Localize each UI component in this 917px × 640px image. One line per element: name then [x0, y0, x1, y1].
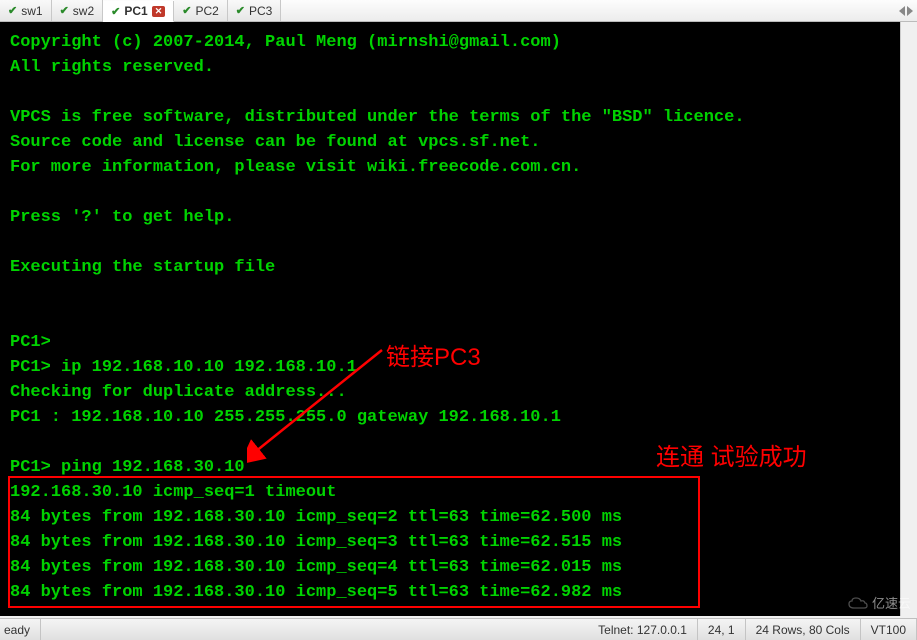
check-icon: ✔: [60, 4, 69, 17]
status-cursor-pos: 24, 1: [698, 619, 746, 640]
tab-sw1[interactable]: ✔ sw1: [0, 0, 52, 21]
status-connection: Telnet: 127.0.0.1: [588, 619, 698, 640]
check-icon: ✔: [236, 4, 245, 17]
prev-tab-icon[interactable]: [899, 6, 905, 16]
tab-sw2[interactable]: ✔ sw2: [52, 0, 104, 21]
tab-nav: [899, 0, 917, 21]
tab-label: sw2: [73, 4, 94, 18]
check-icon: ✔: [8, 4, 17, 17]
tab-label: PC2: [195, 4, 218, 18]
status-size: 24 Rows, 80 Cols: [746, 619, 861, 640]
terminal-output[interactable]: Copyright (c) 2007-2014, Paul Meng (mirn…: [0, 22, 917, 616]
tab-bar: ✔ sw1 ✔ sw2 ✔ PC1 ✕ ✔ PC2 ✔ PC3: [0, 0, 917, 22]
annotation-text-1: 链接PC3: [386, 337, 481, 372]
tab-label: PC3: [249, 4, 272, 18]
annotation-text-2: 连通 试验成功: [656, 437, 807, 472]
check-icon: ✔: [182, 4, 191, 17]
tab-label: PC1: [124, 4, 147, 18]
check-icon: ✔: [111, 5, 120, 18]
watermark-text: 亿速云: [872, 593, 911, 612]
status-term-type: VT100: [861, 619, 917, 640]
vertical-scrollbar[interactable]: [900, 22, 917, 616]
watermark: 亿速云: [848, 593, 911, 612]
tab-label: sw1: [21, 4, 42, 18]
status-ready: eady: [0, 619, 41, 640]
cloud-icon: [848, 596, 868, 610]
tab-pc1[interactable]: ✔ PC1 ✕: [103, 1, 174, 22]
tab-pc2[interactable]: ✔ PC2: [174, 0, 228, 21]
status-bar: eady Telnet: 127.0.0.1 24, 1 24 Rows, 80…: [0, 618, 917, 640]
close-icon[interactable]: ✕: [152, 6, 166, 17]
next-tab-icon[interactable]: [907, 6, 913, 16]
tab-pc3[interactable]: ✔ PC3: [228, 0, 282, 21]
